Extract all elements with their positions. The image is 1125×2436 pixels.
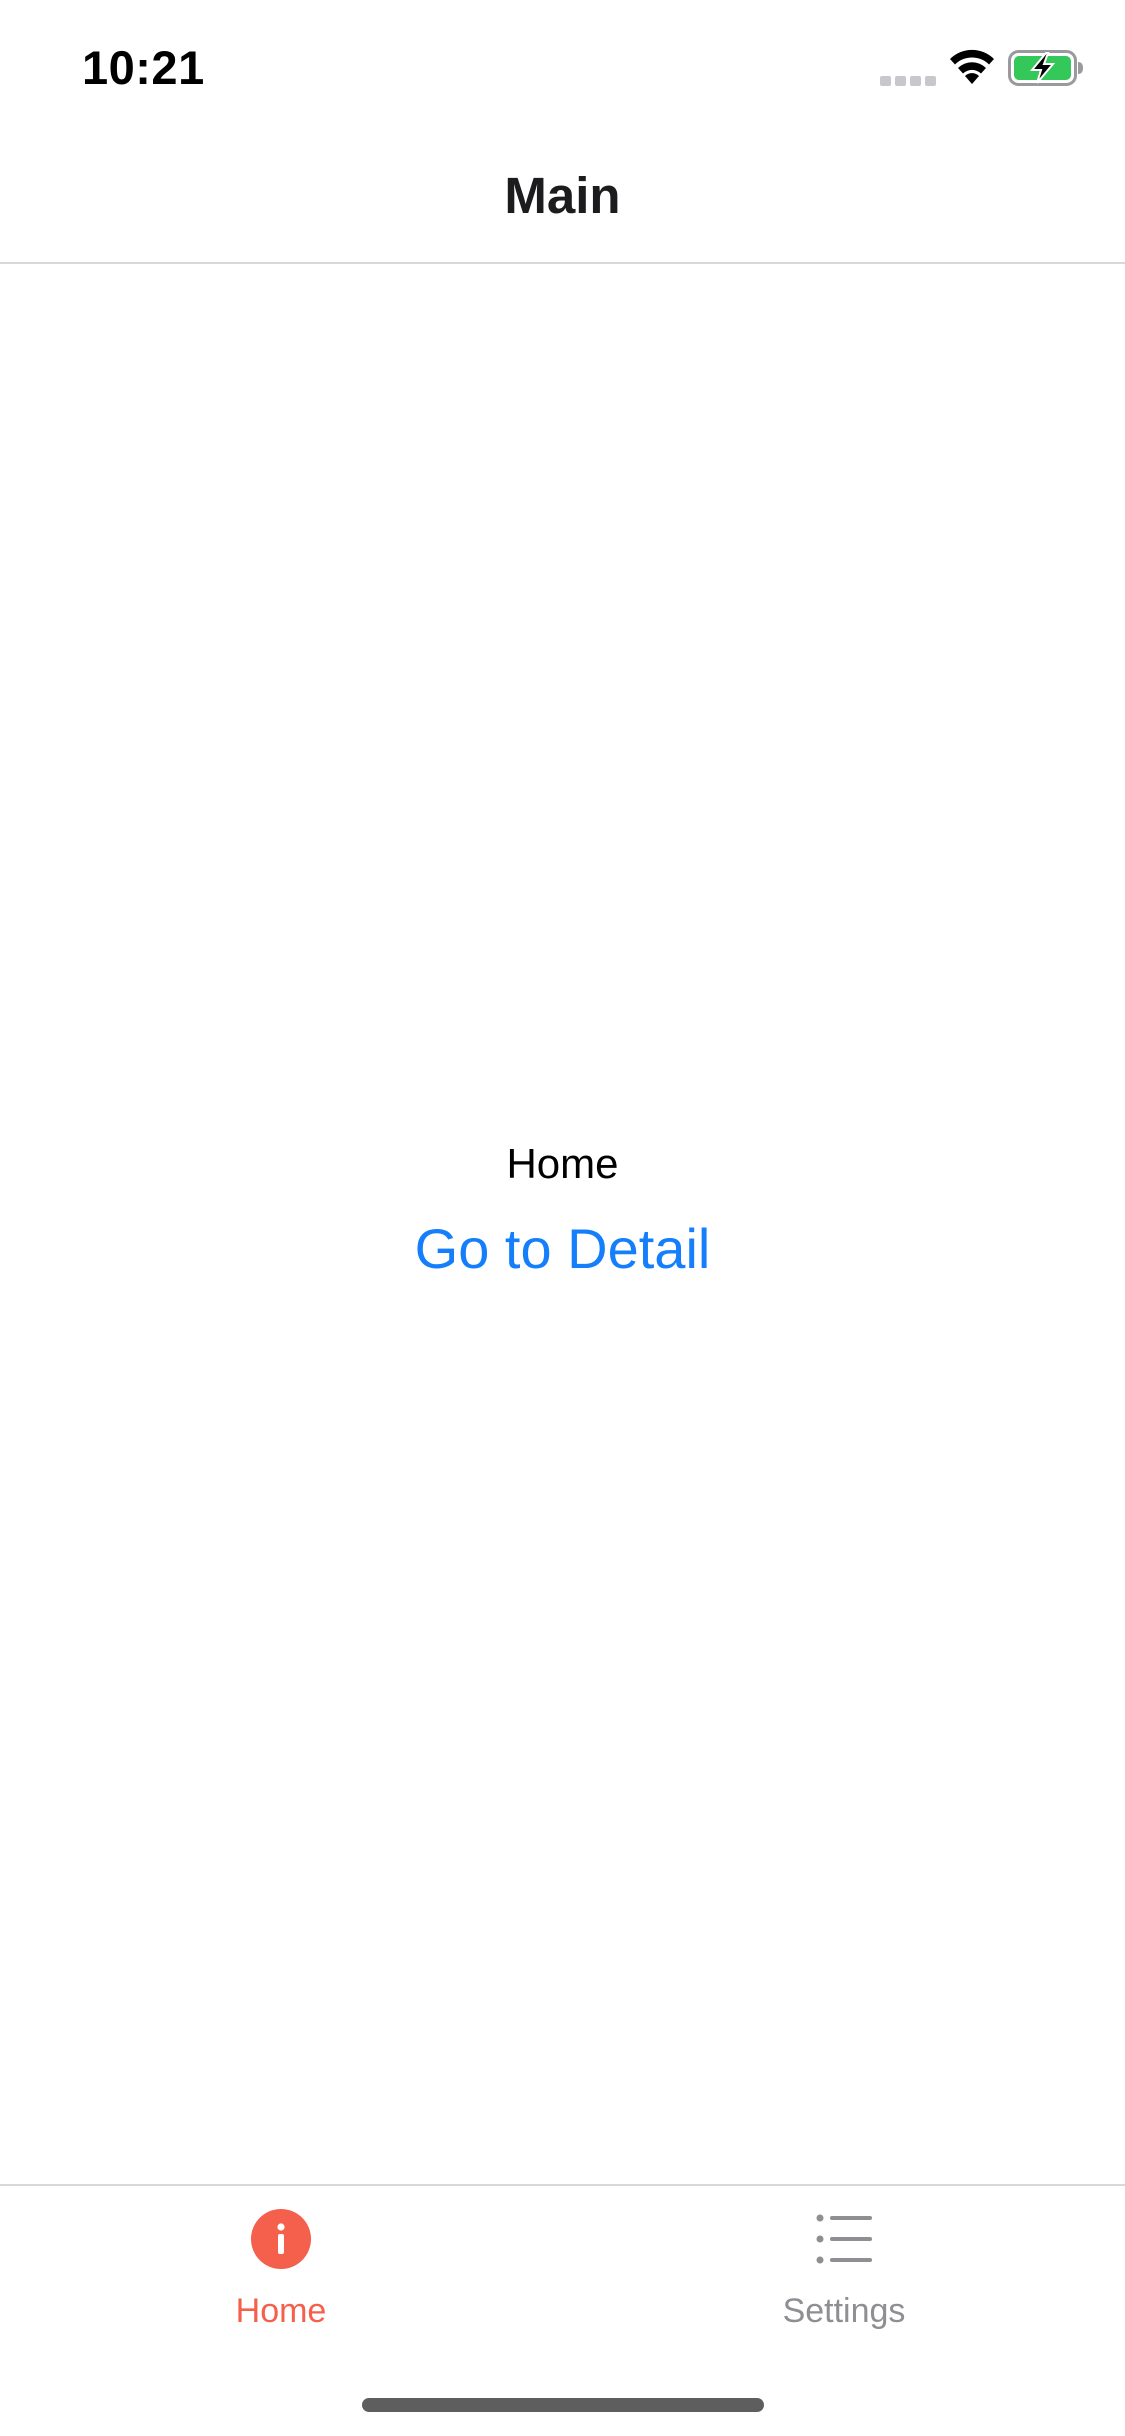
list-icon <box>816 2214 872 2264</box>
wifi-icon <box>950 49 994 84</box>
info-circle-icon <box>251 2209 311 2269</box>
tab-settings[interactable]: Settings <box>563 2186 1125 2356</box>
battery-charging-icon <box>1008 50 1083 86</box>
tab-settings-label: Settings <box>782 2292 906 2330</box>
app-screen: 10:21 Main Home Go to Detail Home Settin… <box>0 0 1125 2436</box>
home-indicator[interactable] <box>362 2398 764 2412</box>
home-label: Home <box>506 1140 619 1187</box>
navigation-bar: Main <box>0 132 1125 264</box>
status-bar: 10:21 <box>0 0 1125 132</box>
tab-home-label: Home <box>235 2292 327 2330</box>
tab-home[interactable]: Home <box>0 2186 562 2356</box>
status-time: 10:21 <box>82 41 205 94</box>
page-title: Main <box>504 167 621 224</box>
cellular-signal-icon <box>880 76 936 86</box>
go-to-detail-button[interactable]: Go to Detail <box>0 1216 1125 1281</box>
